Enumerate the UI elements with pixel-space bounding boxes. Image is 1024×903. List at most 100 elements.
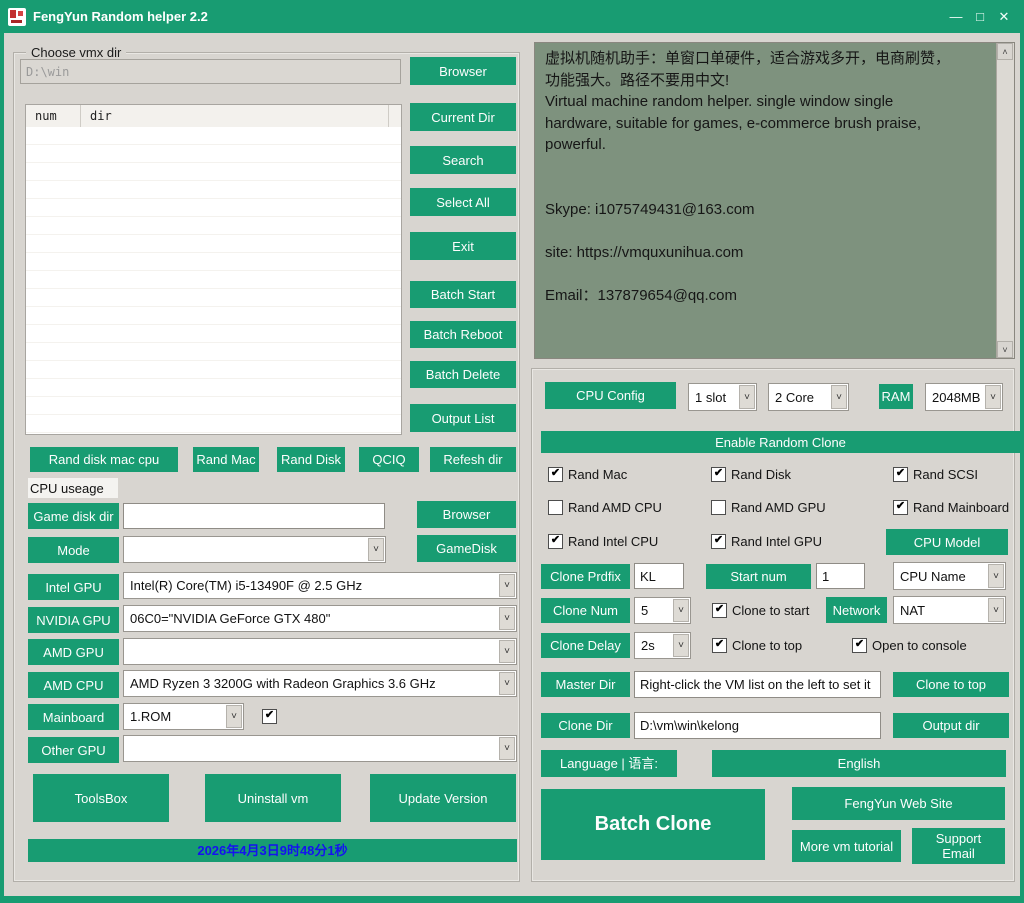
support-email-button[interactable]: Support Email <box>912 828 1005 864</box>
output-dir-button[interactable]: Output dir <box>893 713 1009 738</box>
amd-gpu-select[interactable]: ˅ <box>123 638 517 665</box>
select-all-button[interactable]: Select All <box>410 188 516 216</box>
chevron-down-icon: ˅ <box>226 705 242 728</box>
checkbox-icon <box>711 467 726 482</box>
mainboard-value: 1.ROM <box>124 704 225 729</box>
rand-mac-checkbox[interactable]: Rand Mac <box>548 466 627 482</box>
intel-gpu-value: Intel(R) Core(TM) i5-13490F @ 2.5 GHz <box>124 573 498 598</box>
output-list-button[interactable]: Output List <box>410 404 516 432</box>
update-version-button[interactable]: Update Version <box>370 774 516 822</box>
browser-button[interactable]: Browser <box>410 57 516 85</box>
gamedisk-button[interactable]: GameDisk <box>417 535 516 562</box>
ram-select[interactable]: 2048MB ˅ <box>925 383 1003 411</box>
clone-to-top-button[interactable]: Clone to top <box>893 672 1009 697</box>
uninstall-vm-button[interactable]: Uninstall vm <box>205 774 341 822</box>
batch-clone-button[interactable]: Batch Clone <box>541 789 765 860</box>
game-disk-dir-label-button[interactable]: Game disk dir <box>28 503 119 529</box>
game-disk-dir-input[interactable] <box>123 503 385 529</box>
core-select[interactable]: 2 Core ˅ <box>768 383 849 411</box>
scroll-up-icon[interactable]: ˄ <box>997 43 1013 60</box>
start-num-label-button[interactable]: Start num <box>706 564 811 589</box>
ram-button[interactable]: RAM <box>879 384 913 409</box>
network-button[interactable]: Network <box>826 597 887 623</box>
other-gpu-label-button[interactable]: Other GPU <box>28 737 119 763</box>
window-border-left <box>0 33 4 903</box>
clone-prdfix-input[interactable] <box>634 563 684 589</box>
clone-prdfix-label-button[interactable]: Clone Prdfix <box>541 564 630 589</box>
checkbox-icon <box>712 638 727 653</box>
start-num-input[interactable] <box>816 563 865 589</box>
rand-scsi-checkbox[interactable]: Rand SCSI <box>893 466 978 482</box>
qciq-button[interactable]: QCIQ <box>359 447 419 472</box>
batch-delete-button[interactable]: Batch Delete <box>410 361 516 388</box>
mainboard-select[interactable]: 1.ROM ˅ <box>123 703 244 730</box>
amd-cpu-select[interactable]: AMD Ryzen 3 3200G with Radeon Graphics 3… <box>123 670 517 697</box>
other-gpu-select[interactable]: ˅ <box>123 735 517 762</box>
vmx-dir-input[interactable] <box>20 59 401 84</box>
mainboard-checkbox[interactable] <box>262 708 277 724</box>
rand-amd-gpu-checkbox[interactable]: Rand AMD GPU <box>711 499 826 515</box>
rand-intel-gpu-checkbox[interactable]: Rand Intel GPU <box>711 533 822 549</box>
rand-mainboard-checkbox[interactable]: Rand Mainboard <box>893 499 1009 515</box>
slot-select[interactable]: 1 slot ˅ <box>688 383 757 411</box>
clone-delay-select[interactable]: 2s ˅ <box>634 632 691 659</box>
toolsbox-button[interactable]: ToolsBox <box>33 774 169 822</box>
info-scrollbar[interactable]: ˄ ˅ <box>996 43 1014 358</box>
clone-to-top-checkbox[interactable]: Clone to top <box>712 637 802 653</box>
rand-disk-checkbox[interactable]: Rand Disk <box>711 466 791 482</box>
nvidia-gpu-label-button[interactable]: NVIDIA GPU <box>28 607 119 633</box>
mode-select[interactable]: ˅ <box>123 536 386 563</box>
refesh-dir-button[interactable]: Refesh dir <box>430 447 516 472</box>
master-dir-input[interactable] <box>634 671 881 698</box>
intel-gpu-select[interactable]: Intel(R) Core(TM) i5-13490F @ 2.5 GHz ˅ <box>123 572 517 599</box>
checkbox-label: Rand Mac <box>568 467 627 482</box>
amd-gpu-label-button[interactable]: AMD GPU <box>28 639 119 665</box>
clone-dir-input[interactable] <box>634 712 881 739</box>
close-button[interactable]: ✕ <box>992 5 1016 29</box>
minimize-button[interactable]: — <box>944 5 968 29</box>
cpu-model-button[interactable]: CPU Model <box>886 529 1008 555</box>
cpu-config-button[interactable]: CPU Config <box>545 382 676 409</box>
language-value-button[interactable]: English <box>712 750 1006 777</box>
checkbox-icon <box>893 500 908 515</box>
more-tutorial-button[interactable]: More vm tutorial <box>792 830 901 862</box>
clone-num-select[interactable]: 5 ˅ <box>634 597 691 624</box>
vm-list[interactable] <box>26 127 401 434</box>
checkbox-label: Rand SCSI <box>913 467 978 482</box>
chevron-down-icon: ˅ <box>988 598 1004 622</box>
chevron-down-icon: ˅ <box>499 574 515 597</box>
game-disk-browser-button[interactable]: Browser <box>417 501 516 528</box>
rand-disk-button[interactable]: Rand Disk <box>277 447 345 472</box>
rand-intel-cpu-checkbox[interactable]: Rand Intel CPU <box>548 533 658 549</box>
clone-to-start-checkbox[interactable]: Clone to start <box>712 602 809 618</box>
column-header-num[interactable]: num <box>26 105 81 127</box>
maximize-button[interactable]: □ <box>968 5 992 29</box>
nvidia-gpu-select[interactable]: 06C0="NVIDIA GeForce GTX 480" ˅ <box>123 605 517 632</box>
clone-dir-label-button[interactable]: Clone Dir <box>541 713 630 738</box>
web-site-button[interactable]: FengYun Web Site <box>792 787 1005 820</box>
clone-delay-label-button[interactable]: Clone Delay <box>541 633 630 658</box>
core-value: 2 Core <box>769 384 830 410</box>
cpu-name-select[interactable]: CPU Name ˅ <box>893 562 1006 590</box>
clone-num-label-button[interactable]: Clone Num <box>541 598 630 623</box>
batch-start-button[interactable]: Batch Start <box>410 281 516 308</box>
rand-mac-button[interactable]: Rand Mac <box>193 447 259 472</box>
batch-reboot-button[interactable]: Batch Reboot <box>410 321 516 348</box>
mainboard-label-button[interactable]: Mainboard <box>28 704 119 730</box>
enable-random-clone-button[interactable]: Enable Random Clone <box>541 431 1020 453</box>
current-dir-button[interactable]: Current Dir <box>410 103 516 131</box>
rand-disk-mac-cpu-button[interactable]: Rand disk mac cpu <box>30 447 178 472</box>
exit-button[interactable]: Exit <box>410 232 516 260</box>
checkbox-icon <box>893 467 908 482</box>
column-header-dir[interactable]: dir <box>81 105 389 127</box>
rand-amd-cpu-checkbox[interactable]: Rand AMD CPU <box>548 499 662 515</box>
language-label-button[interactable]: Language | 语言: <box>541 750 677 777</box>
amd-cpu-label-button[interactable]: AMD CPU <box>28 672 119 698</box>
mode-label-button[interactable]: Mode <box>28 537 119 563</box>
master-dir-label-button[interactable]: Master Dir <box>541 672 630 697</box>
intel-gpu-label-button[interactable]: Intel GPU <box>28 574 119 600</box>
scroll-down-icon[interactable]: ˅ <box>997 341 1013 358</box>
search-button[interactable]: Search <box>410 146 516 174</box>
open-to-console-checkbox[interactable]: Open to console <box>852 637 967 653</box>
network-select[interactable]: NAT ˅ <box>893 596 1006 624</box>
